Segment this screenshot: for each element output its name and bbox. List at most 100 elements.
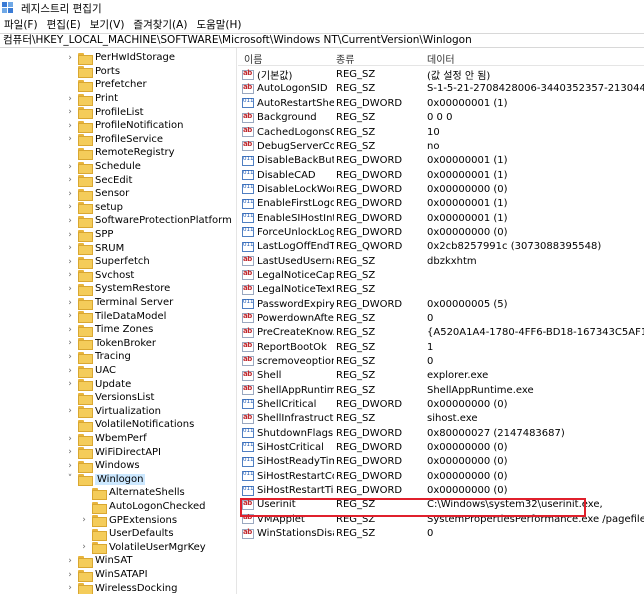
column-header-name[interactable]: 이름 bbox=[244, 51, 262, 66]
chevron-right-icon[interactable]: › bbox=[66, 94, 74, 104]
chevron-right-icon[interactable]: › bbox=[66, 434, 74, 444]
chevron-right-icon[interactable]: › bbox=[66, 461, 74, 471]
value-row[interactable]: ShutdownFlagsREG_DWORD 0x80000027 (214748… bbox=[238, 426, 644, 440]
tree-item[interactable]: › Sensor bbox=[66, 187, 129, 201]
chevron-right-icon[interactable]: › bbox=[66, 107, 74, 117]
chevron-right-icon[interactable]: › bbox=[66, 570, 74, 580]
chevron-right-icon[interactable]: › bbox=[66, 366, 74, 376]
menu-favorites[interactable]: 즐겨찾기(A) bbox=[133, 17, 187, 32]
value-row[interactable]: (기본값) REG_SZ (값 설정 안 됨) bbox=[238, 68, 644, 82]
tree-item[interactable]: › SRUM bbox=[66, 241, 124, 256]
value-row[interactable]: SiHostRestartTi...REG_DWORD 0x00000000 (0… bbox=[238, 483, 644, 497]
tree-item[interactable]: › SecEdit bbox=[66, 173, 132, 188]
value-row[interactable]: LegalNoticeCap...REG_SZ bbox=[238, 268, 644, 282]
chevron-right-icon[interactable]: › bbox=[66, 189, 74, 199]
tree-item[interactable]: › ProfileService bbox=[66, 133, 163, 147]
tree-item[interactable]: Ports bbox=[66, 65, 120, 79]
column-header-data[interactable]: 데이터 bbox=[427, 51, 455, 66]
menu-edit[interactable]: 편집(E) bbox=[47, 17, 81, 32]
chevron-right-icon[interactable]: › bbox=[66, 216, 74, 226]
tree-item[interactable]: › Schedule bbox=[66, 160, 141, 174]
chevron-right-icon[interactable]: › bbox=[66, 53, 74, 63]
tree-item[interactable]: › WinSAT bbox=[66, 554, 133, 568]
tree-item[interactable]: › Time Zones bbox=[66, 323, 153, 337]
menu-view[interactable]: 보기(V) bbox=[90, 17, 125, 32]
tree-item[interactable]: ˅ Winlogon bbox=[66, 473, 146, 487]
tree-item[interactable]: › Superfetch bbox=[66, 255, 150, 269]
registry-key-tree[interactable]: › PerHwIdStorage Ports Prefetcher › Print › Pro… bbox=[0, 48, 237, 594]
value-row[interactable]: LegalNoticeTextREG_SZ bbox=[238, 283, 644, 297]
tree-item[interactable]: › VolatileUserMgrKey bbox=[80, 541, 206, 555]
value-row[interactable]: ShellCritical REG_DWORD 0x00000000 (0) bbox=[238, 397, 644, 411]
chevron-right-icon[interactable]: › bbox=[66, 270, 74, 280]
value-row[interactable]: LastUsedUserna...REG_SZ dbzkxhtm bbox=[238, 254, 644, 268]
value-row[interactable]: SiHostReadyTim...REG_DWORD 0x00000000 (0) bbox=[238, 455, 644, 469]
tree-item[interactable]: › PerHwIdStorage bbox=[66, 51, 175, 65]
tree-item[interactable]: › WirelessDocking bbox=[66, 581, 177, 594]
tree-item[interactable]: AutoLogonChecked bbox=[80, 500, 205, 514]
chevron-right-icon[interactable]: › bbox=[66, 121, 74, 131]
chevron-right-icon[interactable]: › bbox=[66, 379, 74, 389]
chevron-right-icon[interactable]: › bbox=[66, 311, 74, 321]
tree-item[interactable]: › UAC bbox=[66, 364, 116, 378]
tree-item[interactable]: › setup bbox=[66, 201, 123, 215]
tree-item[interactable]: › Virtualization bbox=[66, 405, 161, 419]
address-bar[interactable]: 컴퓨터\HKEY_LOCAL_MACHINE\SOFTWARE\Microsof… bbox=[0, 33, 644, 48]
tree-item[interactable]: › WiFiDirectAPI bbox=[66, 445, 161, 460]
value-row[interactable]: SiHostCritical REG_DWORD 0x00000000 (0) bbox=[238, 440, 644, 454]
chevron-right-icon[interactable]: › bbox=[66, 298, 74, 308]
tree-item[interactable]: › WbemPerf bbox=[66, 432, 147, 446]
value-row[interactable]: LastLogOffEndTi...REG_QWORD 0x2cb8257991c… bbox=[238, 240, 644, 254]
chevron-right-icon[interactable]: › bbox=[66, 338, 74, 348]
chevron-right-icon[interactable]: › bbox=[66, 556, 74, 566]
tree-item[interactable]: › SoftwareProtectionPlatform bbox=[66, 214, 232, 228]
tree-item[interactable]: UserDefaults bbox=[80, 527, 174, 541]
chevron-right-icon[interactable]: › bbox=[80, 542, 88, 552]
menu-file[interactable]: 파일(F) bbox=[4, 17, 38, 32]
chevron-right-icon[interactable]: › bbox=[66, 447, 74, 457]
tree-item[interactable]: › Tracing bbox=[66, 350, 131, 364]
chevron-right-icon[interactable]: › bbox=[66, 352, 74, 362]
tree-item[interactable]: Prefetcher bbox=[66, 78, 147, 92]
value-row[interactable]: Shell REG_SZ explorer.exe bbox=[238, 369, 644, 383]
value-row[interactable]: WinStationsDisa...REG_SZ 0 bbox=[238, 526, 644, 540]
tree-item[interactable]: › Windows bbox=[66, 459, 140, 473]
tree-item[interactable]: › Terminal Server bbox=[66, 296, 173, 310]
value-row[interactable]: EnableFirstLogo...REG_DWORD 0x00000001 (1… bbox=[238, 197, 644, 211]
tree-item[interactable]: VolatileNotifications bbox=[66, 418, 194, 432]
value-row[interactable]: CachedLogonsC...REG_SZ 10 bbox=[238, 125, 644, 139]
value-row[interactable]: DebugServerCo...REG_SZ no bbox=[238, 139, 644, 153]
chevron-right-icon[interactable]: › bbox=[66, 583, 74, 593]
tree-item[interactable]: › WinSATAPI bbox=[66, 568, 148, 582]
chevron-right-icon[interactable]: › bbox=[66, 406, 74, 416]
tree-item[interactable]: › SPP bbox=[66, 228, 113, 242]
value-row[interactable]: DisableCAD REG_DWORD 0x00000001 (1) bbox=[238, 168, 644, 182]
chevron-right-icon[interactable]: › bbox=[80, 515, 88, 525]
tree-item[interactable]: › TokenBroker bbox=[66, 337, 156, 351]
value-row[interactable]: AutoLogonSID REG_SZ S-1-5-21-2708428006-34… bbox=[238, 82, 644, 96]
tree-item[interactable]: › ProfileNotification bbox=[66, 119, 183, 133]
value-row[interactable]: SiHostRestartCo...REG_DWORD 0x00000000 (0… bbox=[238, 469, 644, 483]
chevron-right-icon[interactable]: › bbox=[66, 162, 74, 172]
value-row[interactable]: Background REG_SZ 0 0 0 bbox=[238, 111, 644, 125]
tree-item[interactable]: VersionsList bbox=[66, 391, 154, 405]
tree-item[interactable]: RemoteRegistry bbox=[66, 146, 175, 160]
value-row[interactable]: ForceUnlockLog...REG_DWORD 0x00000000 (0) bbox=[238, 225, 644, 239]
chevron-right-icon[interactable]: › bbox=[66, 284, 74, 294]
chevron-down-icon[interactable]: ˅ bbox=[66, 474, 74, 484]
chevron-right-icon[interactable]: › bbox=[66, 175, 74, 185]
value-row[interactable]: DisableBackButt...REG_DWORD 0x00000001 (1… bbox=[238, 154, 644, 168]
column-header-type[interactable]: 종류 bbox=[336, 51, 354, 66]
menu-help[interactable]: 도움말(H) bbox=[196, 17, 241, 32]
tree-item[interactable]: › Print bbox=[66, 92, 118, 106]
value-row[interactable]: EnableSIHostInt...REG_DWORD 0x00000001 (1… bbox=[238, 211, 644, 225]
value-row[interactable]: ShellInfrastructu...REG_SZ sihost.exe bbox=[238, 412, 644, 426]
value-row[interactable]: PowerdownAfte...REG_SZ 0 bbox=[238, 311, 644, 325]
tree-item[interactable]: › Svchost bbox=[66, 269, 134, 283]
tree-item[interactable]: › ProfileList bbox=[66, 105, 144, 120]
chevron-right-icon[interactable]: › bbox=[66, 202, 74, 212]
tree-item[interactable]: › GPExtensions bbox=[80, 513, 177, 528]
tree-item[interactable]: › TileDataModel bbox=[66, 309, 166, 324]
chevron-right-icon[interactable]: › bbox=[66, 325, 74, 335]
value-row[interactable]: DisableLockWor...REG_DWORD 0x00000000 (0) bbox=[238, 182, 644, 196]
